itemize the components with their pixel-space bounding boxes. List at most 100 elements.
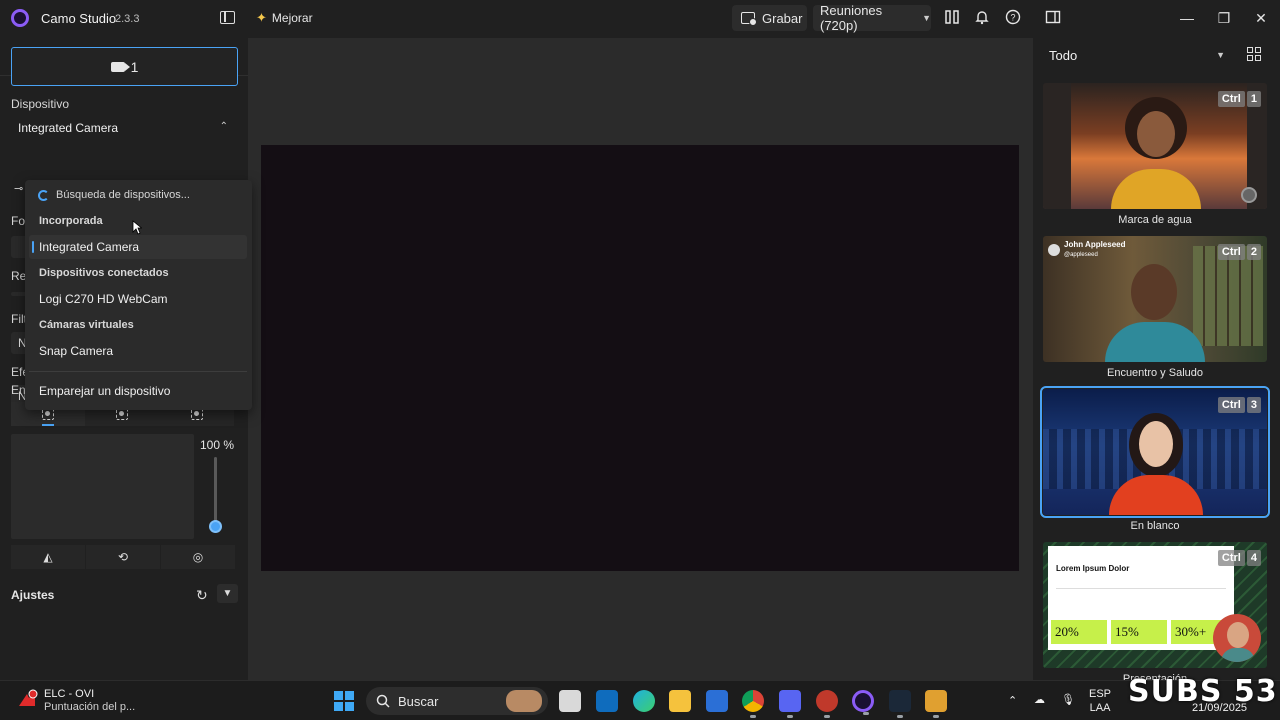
scene-card-presentation[interactable]: Lorem Ipsum Dolor 20% 15% 30%+ Ctrl 4 — [1043, 542, 1267, 668]
edge-icon[interactable] — [633, 690, 655, 712]
reset-icon[interactable]: ↻ — [196, 587, 208, 604]
person-body — [1105, 322, 1205, 362]
person-face — [1137, 111, 1175, 157]
image-tools: ◭ ⟲ ◎ — [11, 545, 236, 569]
title-bar: Camo Studio 2.3.3 ✦ Mejorar Grabar Reuni… — [0, 0, 1280, 38]
zoom-value: 100 % — [200, 438, 235, 452]
slide-title: Lorem Ipsum Dolor — [1056, 564, 1130, 573]
snapshot-button[interactable]: ◎ — [161, 545, 235, 569]
record-label: Grabar — [762, 10, 803, 26]
name-overlay: John Appleseed @appleseed — [1048, 240, 1126, 260]
stat-1: 20% — [1051, 620, 1107, 644]
slide: Lorem Ipsum Dolor 20% 15% 30%+ — [1048, 546, 1234, 650]
person-face — [1139, 421, 1173, 467]
zoom-slider-handle[interactable] — [209, 520, 222, 533]
scene-card-meet-greet[interactable]: John Appleseed @appleseed Ctrl 2 — [1043, 236, 1267, 362]
stat-2: 15% — [1111, 620, 1167, 644]
close-icon[interactable]: ✕ — [1251, 9, 1271, 27]
bell-icon[interactable] — [973, 9, 991, 27]
steam-icon[interactable] — [889, 690, 911, 718]
microsoft-store-icon[interactable] — [706, 690, 728, 712]
app-name: Camo Studio — [41, 11, 117, 26]
outlook-icon[interactable] — [596, 690, 618, 712]
taskbar-search[interactable]: Buscar — [366, 687, 548, 715]
camera-icon — [110, 61, 130, 72]
right-panel-toggle-icon[interactable] — [1044, 9, 1062, 27]
device-option-snap[interactable]: Snap Camera — [29, 339, 247, 363]
rotate-button[interactable]: ⟲ — [86, 545, 160, 569]
mirror-button[interactable]: ◭ — [11, 545, 85, 569]
device-search-status: Búsqueda de dispositivos... — [38, 189, 190, 201]
meetings-label: Reuniones (720p) — [820, 3, 883, 33]
group-connected: Dispositivos conectados — [39, 267, 169, 279]
scene-caption: En blanco — [1130, 520, 1180, 532]
chevron-down-icon: ▼ — [222, 588, 233, 599]
settings-expand-button[interactable]: ▼ — [217, 584, 238, 603]
search-placeholder: Buscar — [398, 693, 439, 709]
group-builtin: Incorporada — [39, 215, 103, 227]
app-4-icon[interactable] — [925, 690, 947, 718]
search-icon — [376, 694, 390, 708]
search-highlight-icon — [506, 690, 542, 712]
link-icon: ⊸ — [14, 183, 24, 195]
discord-icon[interactable] — [779, 690, 801, 718]
overlay-handle: @appleseed — [1064, 252, 1098, 258]
rotate-icon: ⟲ — [117, 550, 129, 564]
sports-score-icon — [16, 688, 38, 710]
app-icon[interactable] — [816, 690, 838, 718]
settings-label: Ajustes — [11, 588, 55, 602]
weather-widget[interactable]: ELC - OVI Puntuación del p... — [16, 688, 135, 714]
video-preview[interactable] — [261, 145, 1019, 571]
device-dropdown: Búsqueda de dispositivos... Incorporada … — [25, 180, 252, 410]
app-version: 2.3.3 — [115, 13, 140, 25]
searching-text: Búsqueda de dispositivos... — [56, 189, 190, 201]
cloud-icon[interactable]: ☁ — [1034, 693, 1045, 707]
scene-card-blank[interactable]: Ctrl 3 — [1040, 386, 1270, 518]
device-option-integrated[interactable]: Integrated Camera — [29, 235, 247, 259]
dropdown-divider — [29, 371, 247, 372]
mouse-cursor-icon — [132, 220, 142, 235]
person-body — [1111, 169, 1201, 209]
sidebar-toggle-icon[interactable] — [220, 11, 235, 24]
language-indicator[interactable]: ESP LAA — [1089, 687, 1111, 715]
overlay-name: John Appleseed — [1064, 240, 1126, 249]
file-explorer-icon[interactable] — [669, 690, 691, 712]
shortcut-badge: Ctrl 2 — [1217, 244, 1261, 260]
background-window — [1193, 246, 1263, 346]
chevron-down-icon: ▼ — [922, 13, 931, 23]
weather-title: ELC - OVI — [44, 688, 95, 700]
chevron-down-icon: ▼ — [1216, 50, 1225, 60]
chrome-icon[interactable] — [742, 690, 764, 718]
device-option-logi[interactable]: Logi C270 HD WebCam — [29, 287, 247, 311]
windows-start-button[interactable] — [334, 691, 354, 711]
pair-device-option[interactable]: Emparejar un dispositivo — [29, 379, 247, 403]
source-number: 1 — [130, 58, 139, 75]
camo-taskbar-icon[interactable] — [852, 690, 874, 715]
mirror-icon: ◭ — [43, 550, 53, 564]
window-frame — [1043, 83, 1071, 209]
maximize-icon[interactable]: ❐ — [1214, 9, 1234, 27]
upgrade-button[interactable]: ✦ Mejorar — [256, 8, 313, 28]
snapshot-icon: ◎ — [192, 550, 204, 564]
help-icon[interactable]: ? — [1004, 9, 1022, 27]
chevron-up-icon: ⌃ — [219, 121, 228, 132]
group-virtual: Cámaras virtuales — [39, 319, 134, 331]
scene-caption: Marca de agua — [1118, 214, 1192, 226]
shortcut-badge: Ctrl 4 — [1217, 550, 1261, 566]
tray-chevron-icon[interactable]: ⌃ — [1008, 694, 1017, 708]
source-select-button[interactable]: 1 — [11, 47, 238, 86]
minimize-icon[interactable]: — — [1177, 9, 1197, 27]
microphone-tray-icon[interactable]: 🎙 — [1061, 693, 1075, 707]
pause-layout-icon[interactable] — [943, 9, 961, 27]
device-select[interactable]: Integrated Camera ⌃ — [11, 115, 238, 141]
scene-card-watermark[interactable]: Ctrl 1 — [1043, 83, 1267, 209]
camo-logo-icon — [11, 9, 29, 27]
avatar — [1048, 244, 1060, 256]
framing-preview[interactable] — [11, 434, 194, 539]
meetings-button[interactable]: Reuniones (720p) ▼ — [813, 3, 931, 33]
task-view-icon[interactable] — [559, 690, 581, 712]
record-button[interactable]: Grabar — [732, 5, 807, 31]
scene-filter-select[interactable]: Todo ▼ — [1042, 43, 1235, 67]
grid-view-icon[interactable] — [1247, 47, 1262, 62]
zoom-slider-track[interactable] — [214, 457, 217, 527]
